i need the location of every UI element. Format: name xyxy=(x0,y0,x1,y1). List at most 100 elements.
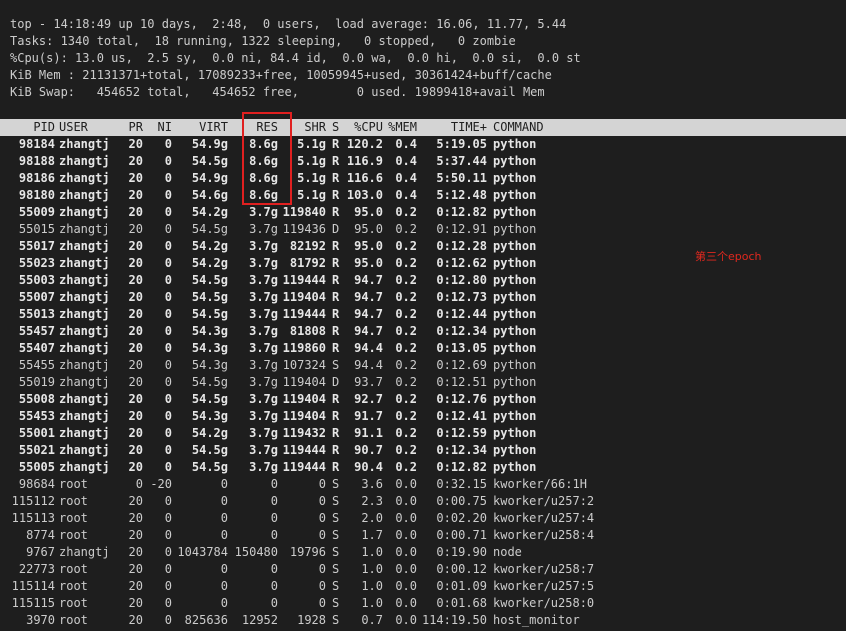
cell-pid: 55007 xyxy=(18,290,55,304)
cell-ni: 0 xyxy=(164,392,172,406)
cell-s: R xyxy=(332,154,340,168)
cell-cpu: 1.0 xyxy=(361,562,383,576)
cell-cmd: python xyxy=(493,290,537,304)
cell-time: 0:01.68 xyxy=(436,596,487,610)
cell-shr: 119444 xyxy=(282,443,326,457)
cell-shr: 0 xyxy=(318,511,326,525)
cell-pid: 55021 xyxy=(18,443,55,457)
cell-res: 0 xyxy=(270,596,278,610)
cell-s: R xyxy=(332,273,340,287)
cell-cpu: 95.0 xyxy=(354,256,383,270)
cell-pr: 20 xyxy=(128,358,143,372)
cell-virt: 54.5g xyxy=(191,307,228,321)
cell-virt: 0 xyxy=(220,596,228,610)
cell-virt: 54.2g xyxy=(191,426,228,440)
cell-s: S xyxy=(332,528,340,542)
cell-res: 3.7g xyxy=(249,324,278,338)
cell-virt: 825636 xyxy=(184,613,228,627)
cell-cpu: 94.7 xyxy=(354,290,383,304)
cell-mem: 0.4 xyxy=(395,137,417,151)
cell-pid: 115115 xyxy=(11,596,55,610)
cell-user: root xyxy=(59,579,88,593)
cell-mem: 0.2 xyxy=(395,341,417,355)
cell-ni: 0 xyxy=(164,154,172,168)
cell-s: S xyxy=(332,358,340,372)
cell-user: zhangtj xyxy=(59,171,110,185)
cell-time: 5:50.11 xyxy=(436,171,487,185)
cell-time: 5:37.44 xyxy=(436,154,487,168)
cell-pr: 20 xyxy=(128,256,143,270)
cell-ni: 0 xyxy=(164,256,172,270)
cell-user: root xyxy=(59,596,88,610)
cell-user: root xyxy=(59,562,88,576)
column-header-user: USER xyxy=(59,120,88,134)
cell-s: S xyxy=(332,562,340,576)
cell-cpu: 120.2 xyxy=(346,137,383,151)
cell-mem: 0.2 xyxy=(395,392,417,406)
cell-virt: 54.5g xyxy=(191,375,228,389)
cell-shr: 0 xyxy=(318,579,326,593)
cell-user: root xyxy=(59,613,88,627)
cell-ni: 0 xyxy=(164,341,172,355)
cell-ni: 0 xyxy=(164,358,172,372)
column-header-cmd: COMMAND xyxy=(493,120,544,134)
cell-user: zhangtj xyxy=(59,222,110,236)
cell-s: R xyxy=(332,426,340,440)
cell-cmd: python xyxy=(493,273,537,287)
cell-cpu: 94.7 xyxy=(354,307,383,321)
cell-user: root xyxy=(59,528,88,542)
cell-res: 3.7g xyxy=(249,358,278,372)
cell-user: zhangtj xyxy=(59,409,110,423)
cell-time: 0:02.20 xyxy=(436,511,487,525)
cell-time: 0:12.34 xyxy=(436,443,487,457)
cell-cmd: python xyxy=(493,426,537,440)
summary-line-swap: KiB Swap: 454652 total, 454652 free, 0 u… xyxy=(10,85,545,99)
column-header-s: S xyxy=(332,120,340,134)
cell-ni: 0 xyxy=(164,205,172,219)
cell-virt: 0 xyxy=(220,494,228,508)
summary-line-cpu: %Cpu(s): 13.0 us, 2.5 sy, 0.0 ni, 84.4 i… xyxy=(10,51,581,65)
cell-user: zhangtj xyxy=(59,307,110,321)
cell-pid: 98186 xyxy=(18,171,55,185)
cell-mem: 0.2 xyxy=(395,273,417,287)
cell-shr: 1928 xyxy=(297,613,326,627)
cell-pid: 55455 xyxy=(18,358,55,372)
column-header-time: TIME+ xyxy=(450,120,487,134)
cell-mem: 0.2 xyxy=(395,409,417,423)
cell-s: R xyxy=(332,137,340,151)
cell-shr: 119404 xyxy=(282,375,326,389)
cell-virt: 54.6g xyxy=(191,188,228,202)
cell-mem: 0.4 xyxy=(395,154,417,168)
cell-virt: 1043784 xyxy=(177,545,228,559)
cell-virt: 0 xyxy=(220,511,228,525)
cell-pid: 9767 xyxy=(26,545,55,559)
cell-pr: 20 xyxy=(128,222,143,236)
cell-virt: 54.5g xyxy=(191,273,228,287)
summary-line-mem: KiB Mem : 21131371+total, 17089233+free,… xyxy=(10,68,552,82)
cell-ni: 0 xyxy=(164,409,172,423)
cell-pid: 3970 xyxy=(26,613,55,627)
cell-cpu: 92.7 xyxy=(354,392,383,406)
cell-ni: 0 xyxy=(164,375,172,389)
summary-line-tasks: Tasks: 1340 total, 18 running, 1322 slee… xyxy=(10,34,516,48)
cell-pid: 115112 xyxy=(11,494,55,508)
cell-cmd: python xyxy=(493,171,537,185)
cell-cpu: 2.0 xyxy=(361,511,383,525)
cell-cpu: 91.1 xyxy=(354,426,383,440)
cell-ni: 0 xyxy=(164,239,172,253)
cell-time: 0:12.76 xyxy=(436,392,487,406)
cell-pr: 20 xyxy=(128,273,143,287)
cell-cpu: 94.4 xyxy=(354,358,383,372)
cell-cmd: python xyxy=(493,154,537,168)
cell-ni: 0 xyxy=(164,290,172,304)
column-header-virt: VIRT xyxy=(199,120,228,134)
cell-cpu: 90.4 xyxy=(354,460,383,474)
cell-mem: 0.0 xyxy=(395,562,417,576)
cell-cpu: 94.7 xyxy=(354,273,383,287)
cell-pr: 20 xyxy=(128,579,143,593)
cell-pr: 20 xyxy=(128,545,143,559)
cell-cmd: kworker/66:1H xyxy=(493,477,587,491)
res-column-highlight-box xyxy=(242,112,292,205)
cell-ni: 0 xyxy=(164,307,172,321)
cell-user: zhangtj xyxy=(59,375,110,389)
